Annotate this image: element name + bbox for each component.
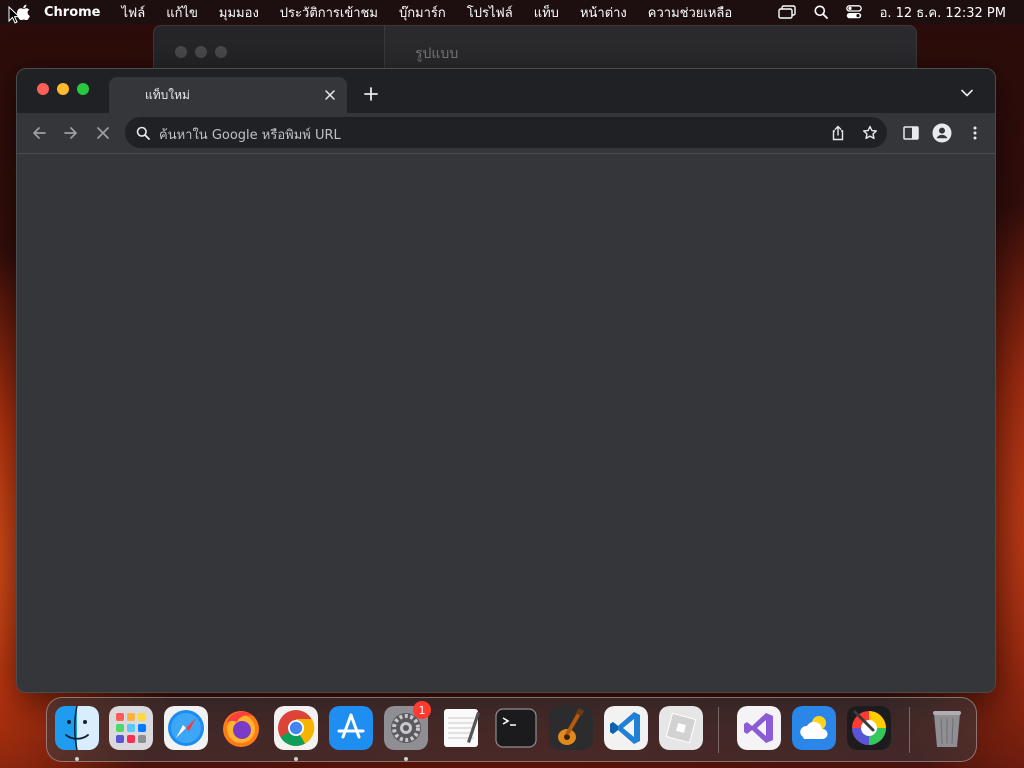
chrome-window: แท็บใหม่ ค้นหาใน Google หรือพิมพ์ URL <box>16 68 996 693</box>
close-window-button[interactable] <box>37 83 49 95</box>
dock-separator <box>718 707 719 753</box>
firefox-icon[interactable] <box>219 706 263 750</box>
tab-search-chevron-down-icon[interactable] <box>959 85 975 101</box>
terminal-icon[interactable] <box>494 706 538 750</box>
garageband-icon[interactable] <box>549 706 593 750</box>
launchpad-icon[interactable] <box>109 706 153 750</box>
background-window-title: รูปแบบ <box>415 46 459 62</box>
control-center-icon[interactable] <box>845 5 862 19</box>
trash-icon[interactable] <box>925 706 969 750</box>
app-store-icon[interactable] <box>329 706 373 750</box>
tab-new-tab[interactable]: แท็บใหม่ <box>109 77 347 113</box>
menu-profiles[interactable]: โปรไฟล์ <box>467 2 513 23</box>
side-panel-icon <box>903 126 919 140</box>
new-tab-button[interactable] <box>361 84 381 104</box>
menu-bookmarks[interactable]: บุ๊กมาร์ก <box>399 2 446 23</box>
menu-bar: Chrome ไฟล์ แก้ไข มุมมอง ประวัติการเข้าช… <box>0 0 1024 24</box>
spotlight-search-icon[interactable] <box>814 5 828 19</box>
address-bar[interactable]: ค้นหาใน Google หรือพิมพ์ URL <box>125 117 887 148</box>
tab-title: แท็บใหม่ <box>145 88 190 102</box>
arrow-left-icon <box>33 127 46 139</box>
menu-tab[interactable]: แท็บ <box>534 2 559 23</box>
profile-button[interactable] <box>932 123 952 143</box>
side-panel-button[interactable] <box>901 123 921 143</box>
zoom-window-button[interactable] <box>77 83 89 95</box>
dock <box>46 697 977 762</box>
stop-loading-button[interactable] <box>93 123 113 143</box>
color-picker-icon[interactable] <box>847 706 891 750</box>
share-icon[interactable] <box>828 123 848 143</box>
running-indicator <box>294 757 298 761</box>
safari-icon[interactable] <box>164 706 208 750</box>
menu-edit[interactable]: แก้ไข <box>166 2 198 23</box>
menu-view[interactable]: มุมมอง <box>219 2 259 23</box>
kebab-menu-icon <box>973 126 977 140</box>
background-window-controls <box>175 46 227 58</box>
window-controls <box>37 83 89 95</box>
menu-window[interactable]: หน้าต่าง <box>580 2 627 23</box>
toolbar: ค้นหาใน Google หรือพิมพ์ URL <box>17 113 995 154</box>
roblox-icon[interactable] <box>659 706 703 750</box>
menu-file[interactable]: ไฟล์ <box>122 2 146 23</box>
arrow-right-icon <box>64 127 77 139</box>
weather-icon[interactable] <box>792 706 836 750</box>
page-content[interactable] <box>17 154 995 692</box>
minimize-window-button[interactable] <box>57 83 69 95</box>
back-button[interactable] <box>29 123 49 143</box>
textedit-icon[interactable] <box>439 706 483 750</box>
avatar-icon <box>932 123 952 143</box>
mouse-pointer-icon <box>8 5 21 28</box>
menu-clock[interactable]: อ. 12 ธ.ค. 12:32 PM <box>880 2 1006 23</box>
menu-app-name[interactable]: Chrome <box>44 5 101 20</box>
menu-extras: อ. 12 ธ.ค. 12:32 PM <box>777 0 1006 24</box>
tab-close-icon[interactable] <box>321 86 339 104</box>
screen-mirroring-icon[interactable] <box>777 5 796 19</box>
tab-strip: แท็บใหม่ <box>17 69 995 113</box>
visual-studio-icon[interactable] <box>737 706 781 750</box>
notification-badge: 1 <box>413 701 431 719</box>
running-indicator <box>404 757 408 761</box>
close-icon <box>97 127 109 139</box>
menu-history[interactable]: ประวัติการเข้าชม <box>280 2 378 23</box>
bookmark-star-icon[interactable] <box>860 123 880 143</box>
chrome-icon[interactable] <box>274 706 318 750</box>
search-icon <box>136 125 150 144</box>
menu-help[interactable]: ความช่วยเหลือ <box>648 2 732 23</box>
address-bar-placeholder: ค้นหาใน Google หรือพิมพ์ URL <box>159 128 341 143</box>
more-menu-button[interactable] <box>965 123 985 143</box>
running-indicator <box>75 757 79 761</box>
forward-button[interactable] <box>61 123 81 143</box>
dock-separator <box>909 707 910 753</box>
vscode-icon[interactable] <box>604 706 648 750</box>
finder-icon[interactable] <box>55 706 99 750</box>
